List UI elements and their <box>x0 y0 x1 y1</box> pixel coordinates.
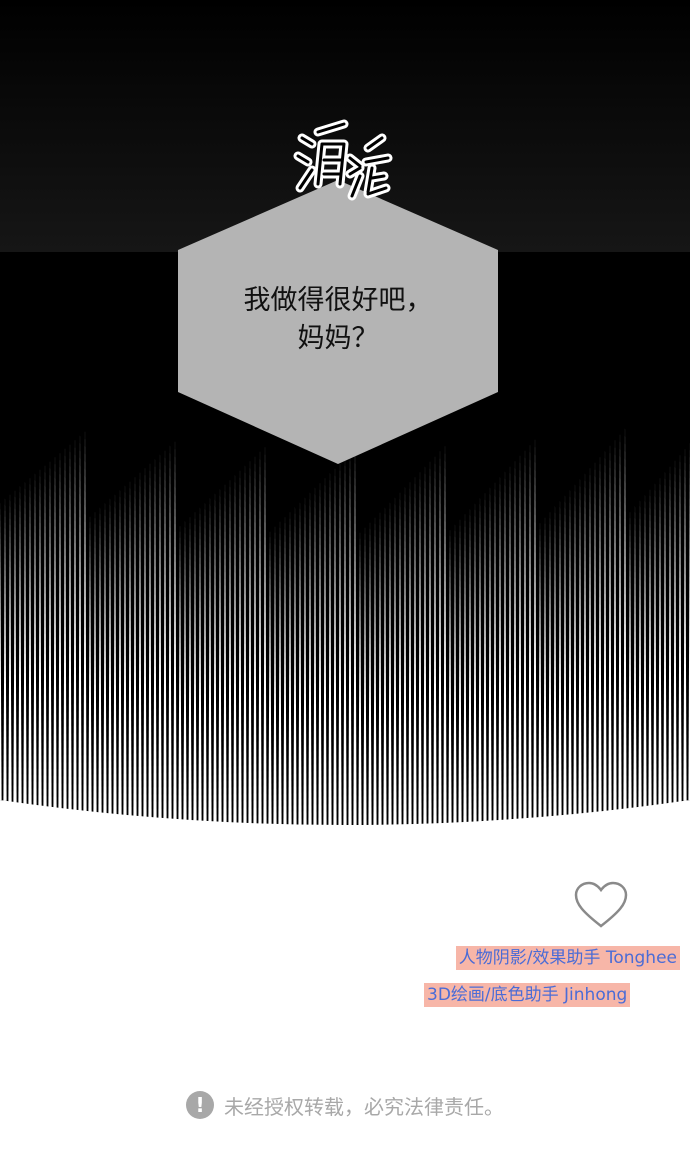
speech-line-2: 妈妈？ <box>297 323 379 354</box>
notice-text: 未经授权转载，必究法律责任。 <box>224 1094 504 1119</box>
exclamation-circle-icon: ! <box>186 1091 214 1119</box>
sfx-lettering <box>293 119 393 201</box>
copyright-notice: ! 未经授权转载，必究法律责任。 <box>0 1088 690 1122</box>
credit-name: Tonghee <box>605 948 677 968</box>
credit-name: Jinhong <box>564 985 628 1005</box>
credit-role: 3D绘画/底色助手 <box>427 985 559 1005</box>
credit-line-2: 3D绘画/底色助手 Jinhong <box>424 983 631 1007</box>
heart-outline-icon <box>574 881 628 928</box>
like-button[interactable] <box>573 880 629 930</box>
speech-text: 我做得很好吧， 妈妈？ <box>178 282 498 358</box>
credit-line-1: 人物阴影/效果助手 Tonghee <box>455 946 680 970</box>
credit-role: 人物阴影/效果助手 <box>458 948 601 968</box>
speech-line-1: 我做得很好吧， <box>243 285 433 316</box>
